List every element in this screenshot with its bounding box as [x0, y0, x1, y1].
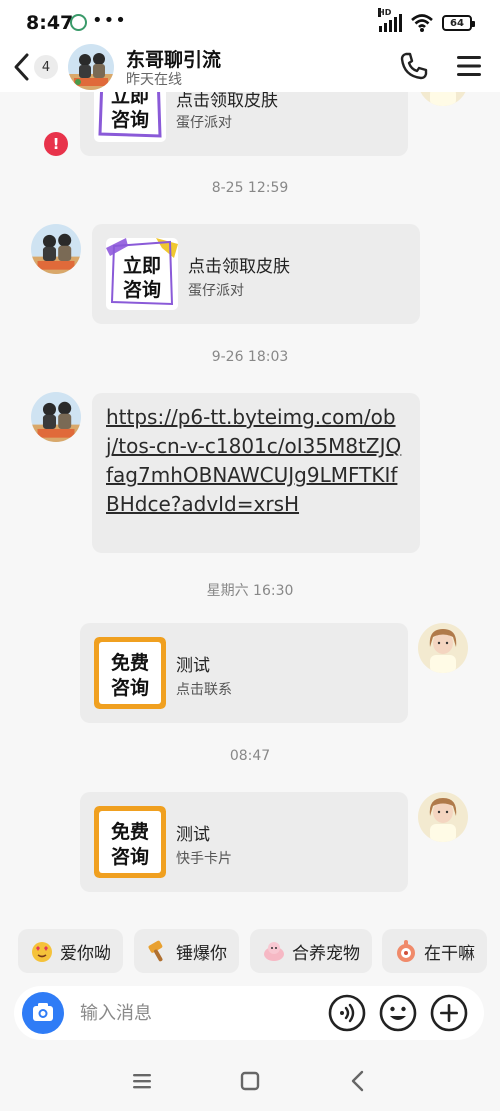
card-title: 测试 — [176, 656, 210, 676]
card-thumbnail: 免费 咨询 — [94, 806, 166, 878]
heart-face-icon — [32, 942, 52, 962]
home-button[interactable] — [235, 1066, 265, 1096]
status-icons: HD 64 — [378, 8, 475, 34]
battery-level: 64 — [450, 17, 464, 29]
quick-reply-chip[interactable]: 合养宠物 — [250, 929, 372, 973]
chat-header: 4 东哥聊引流 昨天在线 — [0, 44, 500, 92]
contact-avatar-image — [68, 44, 114, 90]
menu-button[interactable] — [454, 52, 484, 80]
back-button[interactable] — [12, 52, 32, 82]
consult-sticker-icon: 立即 咨询 — [94, 92, 166, 142]
consult-sticker-icon: 立即 咨询 — [106, 238, 178, 310]
card-subtitle: 快手卡片 — [176, 851, 232, 867]
free-consult-sticker-icon: 免费 咨询 — [94, 637, 166, 709]
cellular-signal-icon: HD — [378, 8, 402, 32]
card-subtitle: 蛋仔派对 — [176, 115, 232, 131]
recent-apps-button[interactable] — [127, 1066, 157, 1096]
card-thumbnail: 立即 咨询 — [94, 92, 166, 142]
status-time: 8:47 — [26, 12, 74, 34]
link-message-bubble[interactable]: https://p6-tt.byteimg.com/obj/tos-cn-v-c… — [92, 393, 420, 553]
system-back-button[interactable] — [343, 1066, 373, 1096]
message-card[interactable]: 立即 咨询 点击领取皮肤 蛋仔派对 — [80, 92, 408, 156]
message-input[interactable] — [80, 996, 310, 1030]
battery-icon: 64 — [442, 15, 475, 31]
sticker-line-1: 立即 — [111, 92, 149, 107]
contact-avatar-image — [31, 392, 81, 442]
quick-reply-label: 锤爆你 — [176, 943, 227, 964]
quick-reply-bar[interactable]: 爱你呦 锤爆你 合养宠物 在干嘛 — [0, 924, 500, 978]
sticker-line-1: 立即 — [123, 254, 161, 277]
camera-icon — [33, 1003, 53, 1021]
self-avatar-image — [418, 623, 468, 673]
sticker-line-1: 免费 — [111, 820, 149, 843]
quick-reply-label: 爱你呦 — [60, 943, 111, 964]
quick-reply-chip[interactable]: 锤爆你 — [134, 929, 239, 973]
sticker-line-2: 咨询 — [123, 278, 161, 301]
system-navigation-bar — [0, 1050, 500, 1111]
card-subtitle: 蛋仔派对 — [188, 283, 244, 299]
camera-button[interactable] — [22, 992, 64, 1034]
message-link[interactable]: https://p6-tt.byteimg.com/obj/tos-cn-v-c… — [106, 403, 406, 519]
card-title: 点击领取皮肤 — [176, 92, 278, 111]
add-more-button[interactable] — [430, 994, 468, 1032]
message-card[interactable]: 免费 咨询 测试 点击联系 — [80, 623, 408, 723]
card-title: 点击领取皮肤 — [188, 257, 290, 277]
message-card[interactable]: 免费 咨询 测试 快手卡片 — [80, 792, 408, 892]
card-subtitle: 点击联系 — [176, 682, 232, 698]
contact-avatar[interactable] — [68, 44, 114, 90]
unread-count-badge[interactable]: 4 — [34, 55, 58, 79]
curious-icon — [397, 940, 415, 962]
pet-icon — [264, 942, 284, 961]
phone-call-button[interactable] — [398, 50, 430, 82]
message-timestamp: 8-25 12:59 — [211, 180, 289, 196]
self-avatar-image — [418, 92, 468, 106]
message-list[interactable]: 立即 咨询 点击领取皮肤 蛋仔派对 ! 8-25 12:59 立即 咨询 点击领… — [0, 92, 500, 918]
contact-message-avatar[interactable] — [31, 392, 81, 442]
self-avatar[interactable] — [418, 792, 468, 842]
emoji-button[interactable] — [379, 994, 417, 1032]
quick-reply-chip[interactable]: 爱你呦 — [18, 929, 123, 973]
wifi-icon — [411, 14, 433, 32]
message-timestamp: 08:47 — [229, 748, 271, 764]
quick-reply-label: 合养宠物 — [292, 943, 360, 964]
hammer-icon — [148, 940, 163, 962]
quick-reply-chip[interactable]: 在干嘛 — [382, 929, 487, 973]
network-type-label: HD — [378, 8, 392, 17]
message-card[interactable]: 立即 咨询 点击领取皮肤 蛋仔派对 — [92, 224, 420, 324]
message-input-bar — [14, 986, 484, 1040]
message-timestamp: 9-26 18:03 — [211, 349, 289, 365]
contact-message-avatar[interactable] — [31, 224, 81, 274]
self-avatar[interactable] — [418, 92, 468, 106]
sticker-line-2: 咨询 — [111, 108, 149, 131]
quick-reply-label: 在干嘛 — [424, 943, 475, 964]
self-avatar[interactable] — [418, 623, 468, 673]
sticker-line-2: 咨询 — [111, 676, 149, 699]
status-bar: 8:47 ••• HD 64 — [0, 0, 500, 44]
app-notification-icon — [70, 14, 87, 31]
contact-name: 东哥聊引流 — [126, 49, 222, 71]
contact-avatar-image — [31, 224, 81, 274]
sticker-line-2: 咨询 — [111, 845, 149, 868]
message-timestamp: 星期六 16:30 — [206, 583, 294, 599]
send-failed-badge[interactable]: ! — [44, 132, 68, 156]
card-thumbnail: 立即 咨询 — [106, 238, 178, 310]
more-notifications-indicator: ••• — [92, 10, 127, 31]
card-title: 测试 — [176, 825, 210, 845]
voice-input-button[interactable] — [328, 994, 366, 1032]
self-avatar-image — [418, 792, 468, 842]
sticker-line-1: 免费 — [111, 651, 149, 674]
card-thumbnail: 免费 咨询 — [94, 637, 166, 709]
free-consult-sticker-icon: 免费 咨询 — [94, 806, 166, 878]
contact-online-status: 昨天在线 — [126, 72, 182, 88]
